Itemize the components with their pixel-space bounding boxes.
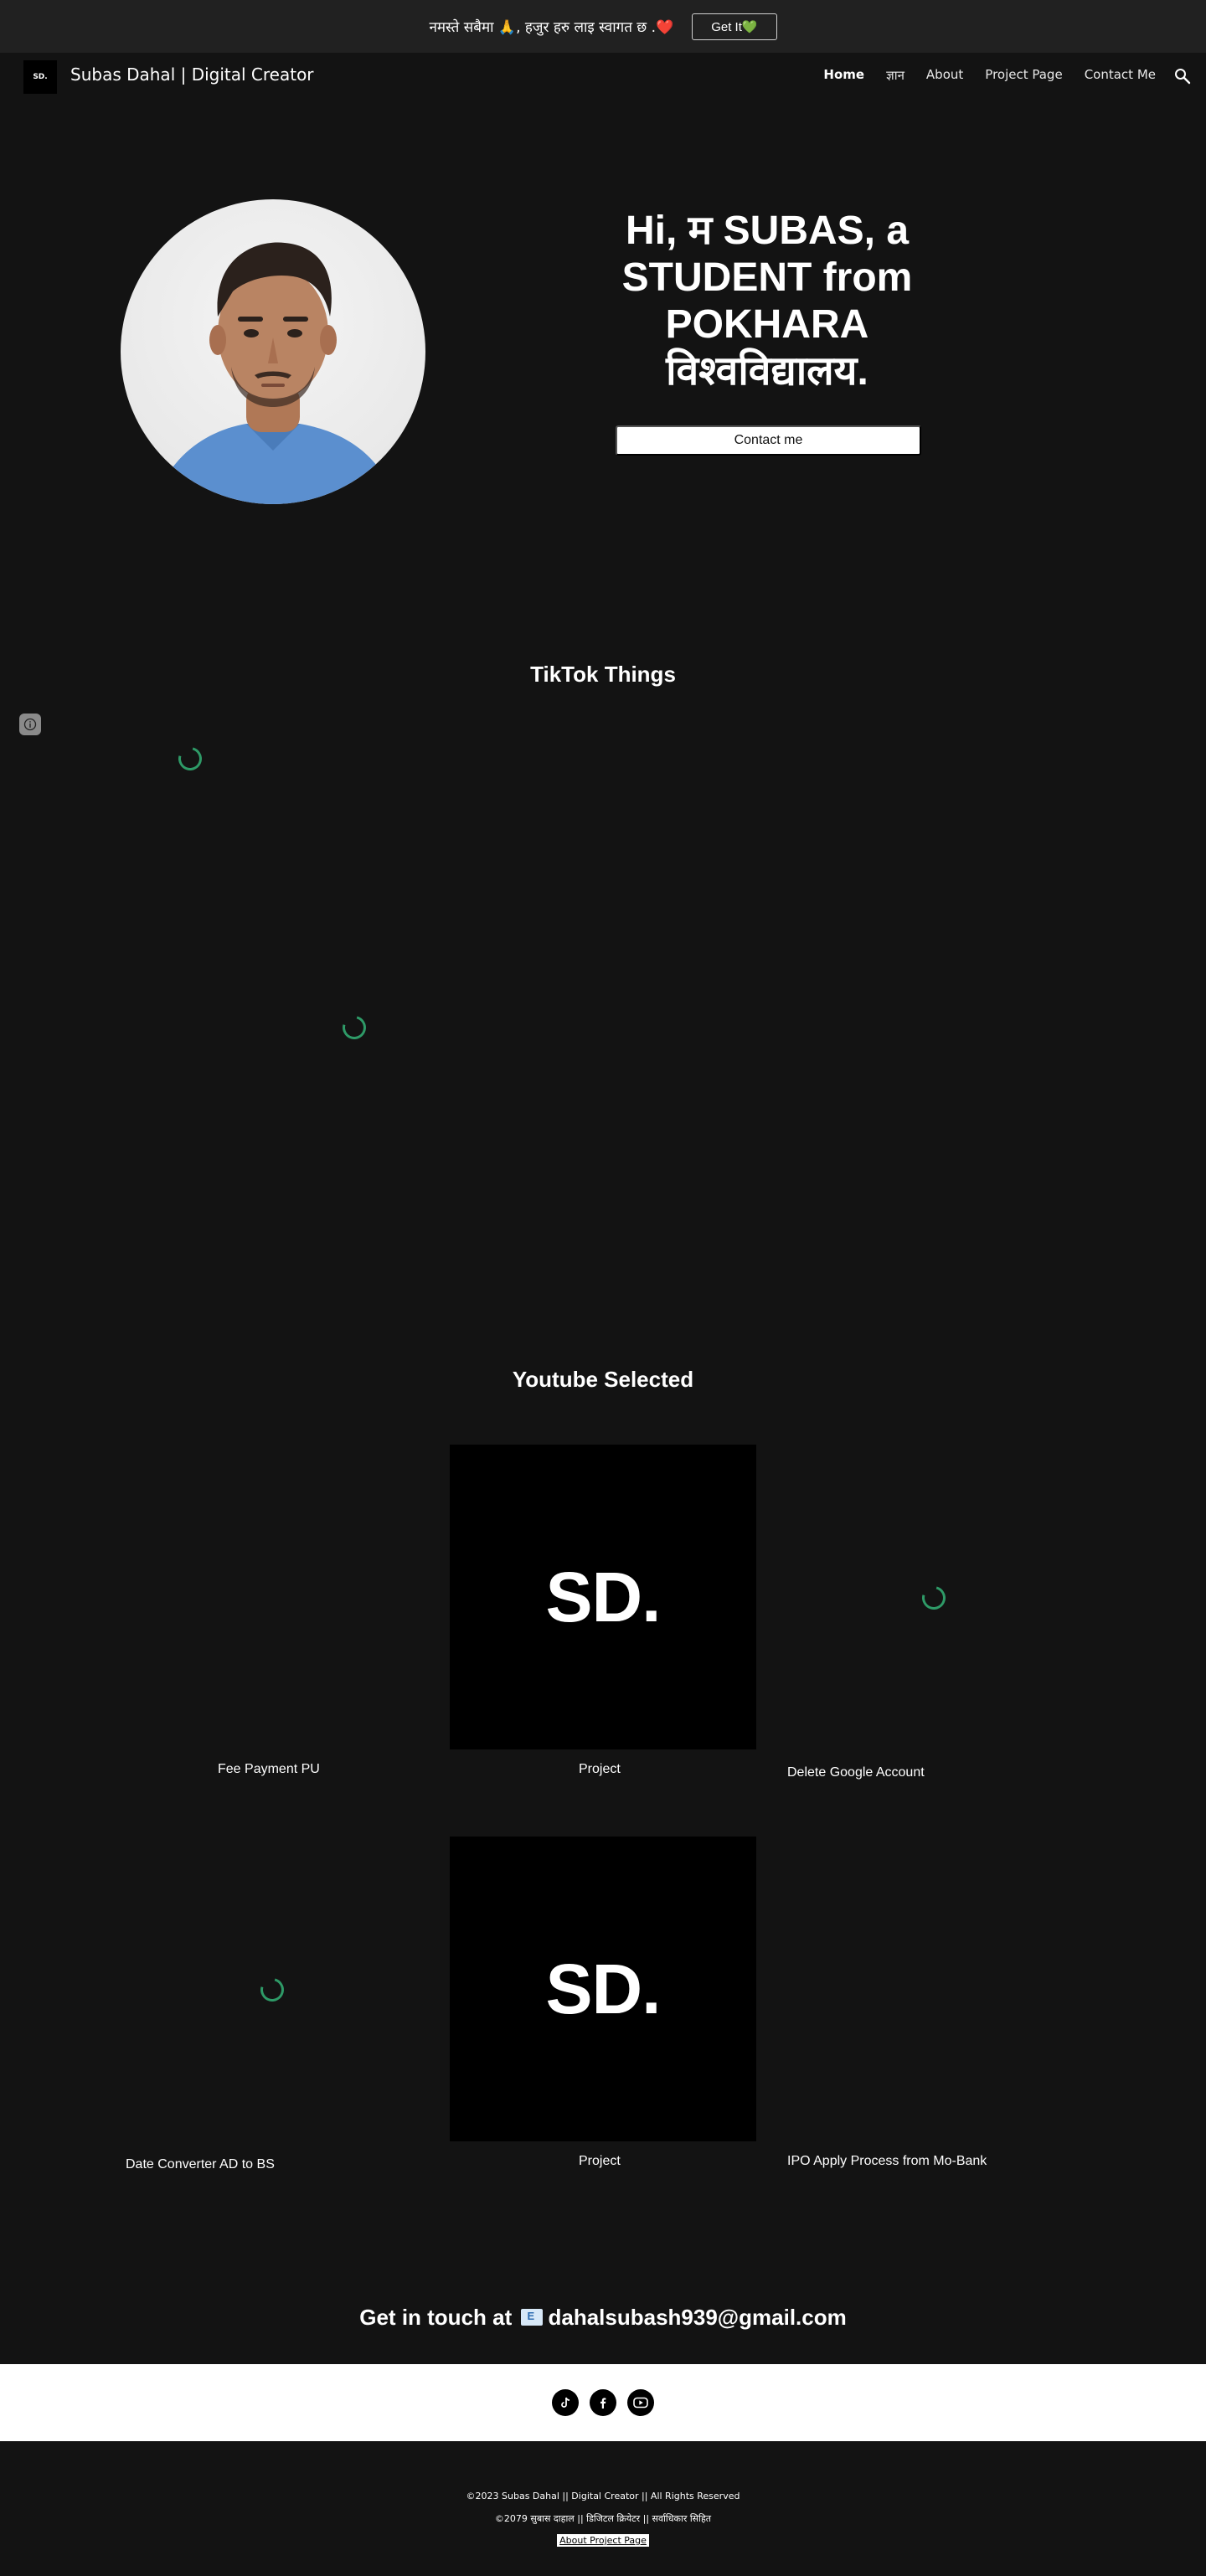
banner-text: नमस्ते सबैमा 🙏, हजुर हरु लाइ स्वागत छ .❤… xyxy=(429,19,674,36)
youtube-icon[interactable] xyxy=(627,2389,654,2416)
youtube-video-thumbnail[interactable]: SD. xyxy=(450,1837,756,2141)
hero-line-1: Hi, म SUBAS, a xyxy=(625,209,910,253)
nav-project-page[interactable]: Project Page xyxy=(985,67,1062,84)
contact-me-button[interactable]: Contact me xyxy=(616,425,921,456)
loading-spinner-icon xyxy=(255,1973,289,2007)
profile-photo xyxy=(121,199,425,504)
video-caption: Delete Google Account xyxy=(787,1765,925,1780)
announcement-banner: नमस्ते सबैमा 🙏, हजुर हरु लाइ स्वागत छ .❤… xyxy=(0,0,1206,53)
tiktok-icon[interactable] xyxy=(552,2389,579,2416)
footer-copyright-ne: ©2079 सुबास दाहाल || डिजिटल क्रियेटर || … xyxy=(494,2513,712,2524)
site-title[interactable]: Subas Dahal | Digital Creator xyxy=(70,64,314,85)
hero-line-3: POKHARA xyxy=(665,302,869,347)
nav-contact-me[interactable]: Contact Me xyxy=(1085,67,1156,84)
video-caption: IPO Apply Process from Mo-Bank xyxy=(787,2154,987,2168)
get-it-button[interactable]: Get It💚 xyxy=(692,13,777,40)
about-project-page-link[interactable]: About Project Page xyxy=(557,2534,649,2547)
contact-email-link[interactable]: dahalsubash939@gmail.com xyxy=(548,2305,846,2330)
footer-copyright-en: ©2023 Subas Dahal || Digital Creator || … xyxy=(466,2491,740,2501)
facebook-icon[interactable] xyxy=(590,2389,616,2416)
email-icon xyxy=(521,2309,544,2326)
loading-spinner-icon xyxy=(917,1581,951,1615)
hero-line-2: STUDENT from xyxy=(621,255,913,300)
nav-home[interactable]: Home xyxy=(823,67,864,84)
info-icon[interactable] xyxy=(19,714,41,735)
search-icon[interactable] xyxy=(1172,66,1193,86)
tiktok-section-title: TikTok Things xyxy=(530,662,676,687)
footer-link-wrap: About Project Page xyxy=(0,2534,1206,2547)
nav-about[interactable]: About xyxy=(926,67,963,84)
get-in-touch-heading: Get in touch at dahalsubash939@gmail.com xyxy=(0,2305,1206,2331)
video-caption: Project xyxy=(579,2154,621,2168)
nav-gyan[interactable]: ज्ञान xyxy=(886,67,904,84)
site-logo[interactable]: SD. xyxy=(23,60,57,94)
social-links-bar xyxy=(0,2364,1206,2441)
video-caption: Project xyxy=(579,1762,621,1776)
video-caption: Fee Payment PU xyxy=(218,1762,320,1776)
get-in-touch-prefix: Get in touch at xyxy=(359,2305,513,2330)
youtube-section-title: Youtube Selected xyxy=(512,1367,694,1392)
site-header: SD. Subas Dahal | Digital Creator Home ज… xyxy=(0,53,1206,101)
hero-heading: Hi, म SUBAS, a STUDENT from POKHARA विश्… xyxy=(616,208,919,395)
main-nav: Home ज्ञान About Project Page Contact Me xyxy=(823,67,1156,84)
video-caption: Date Converter AD to BS xyxy=(126,2157,275,2172)
loading-spinner-icon xyxy=(338,1011,371,1044)
hero-line-4: विश्वविद्यालय. xyxy=(666,349,868,394)
loading-spinner-icon xyxy=(173,742,207,775)
youtube-video-thumbnail[interactable]: SD. xyxy=(450,1445,756,1749)
profile-portrait-image xyxy=(154,242,397,504)
